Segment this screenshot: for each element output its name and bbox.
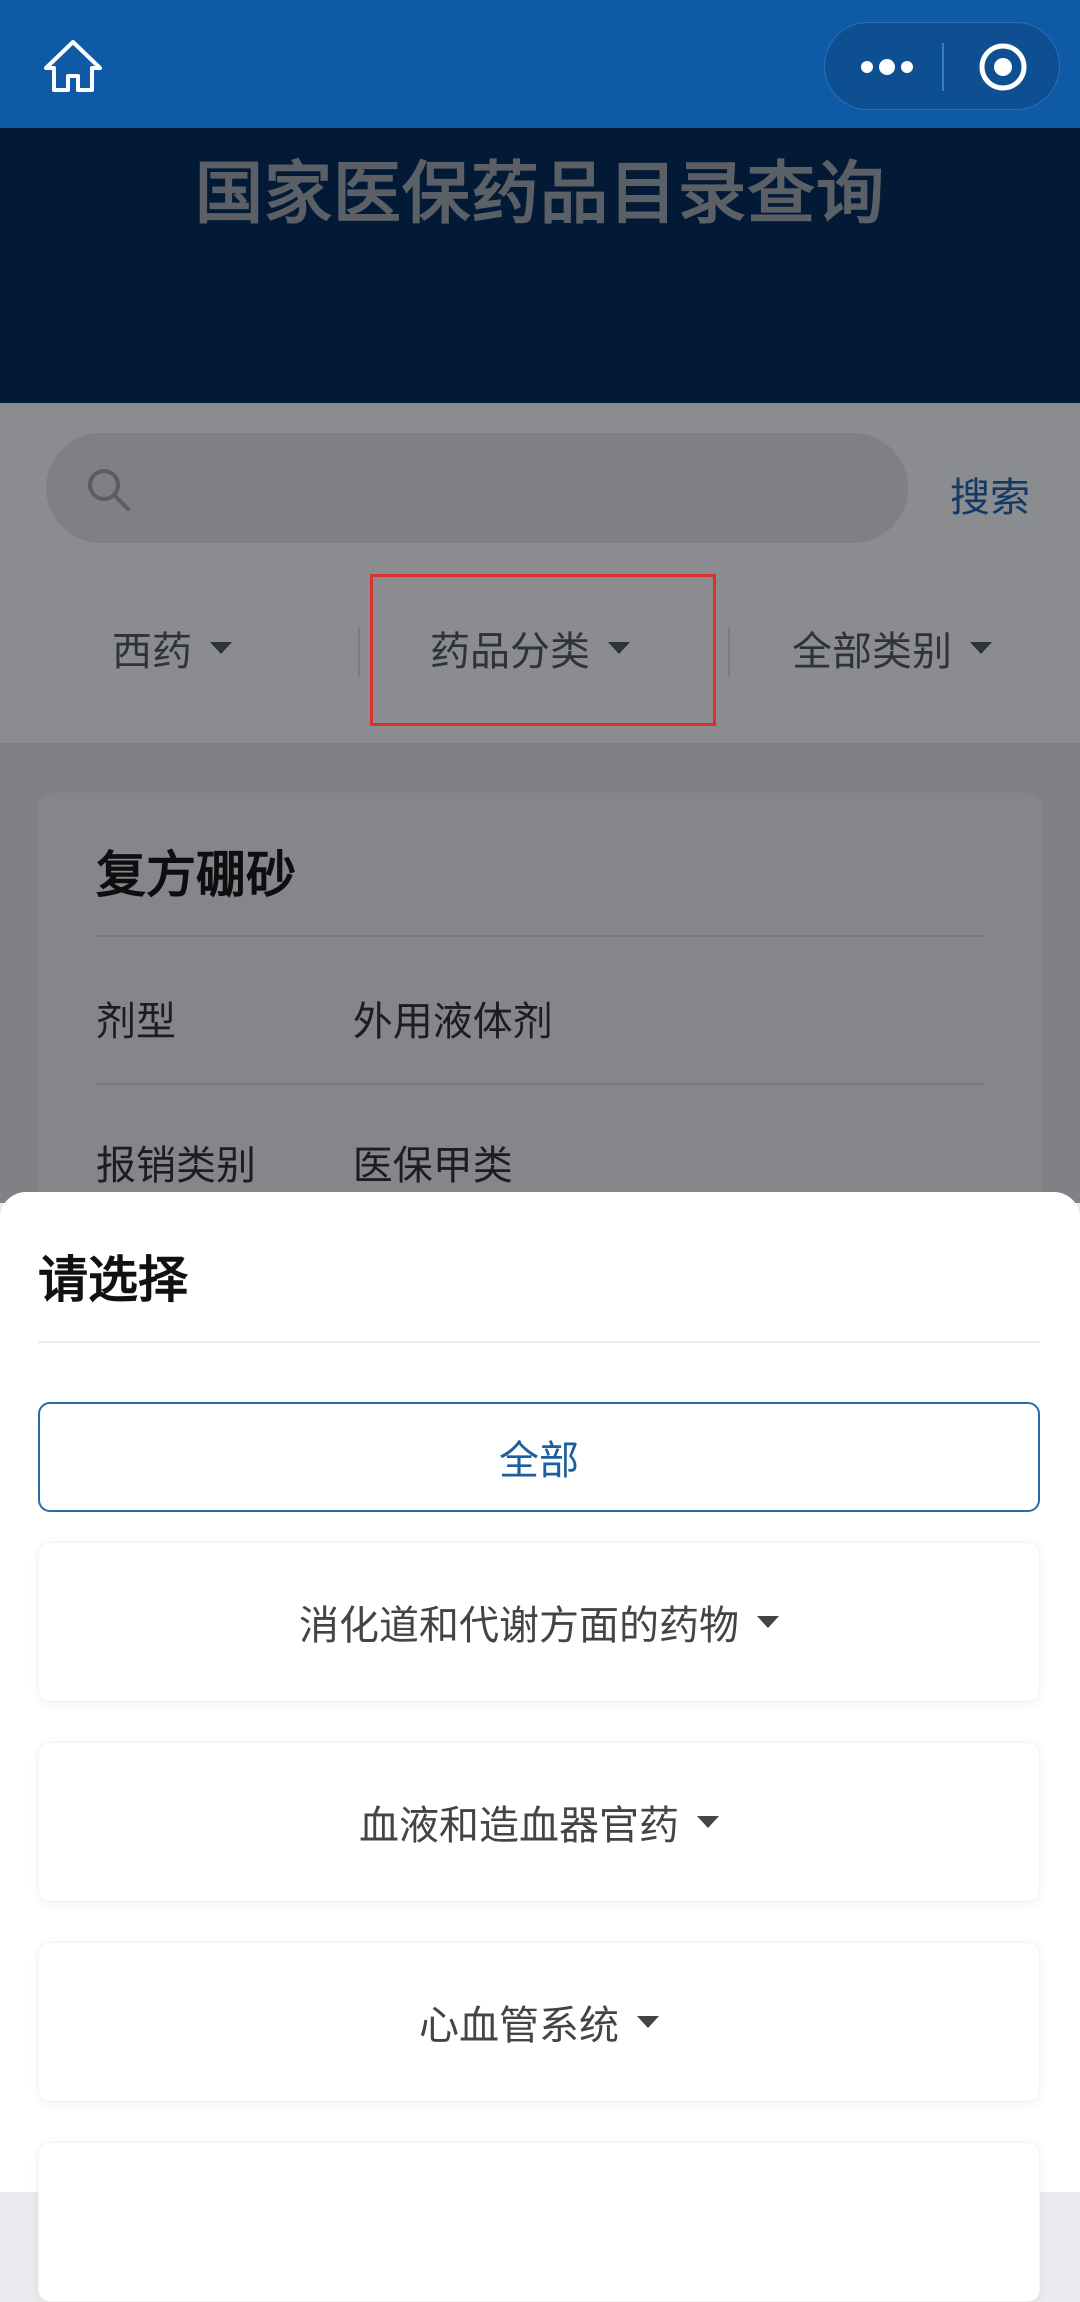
capsule-divider xyxy=(942,43,944,91)
search-icon xyxy=(88,469,130,511)
row-label: 报销类别 xyxy=(96,1143,256,1189)
caret-down-icon xyxy=(970,642,992,654)
filter-divider xyxy=(728,627,730,677)
filter-label: 西药 xyxy=(112,629,192,675)
option-all[interactable]: 全部 xyxy=(38,1402,1040,1512)
search-button[interactable]: 搜索 xyxy=(950,465,1030,523)
filter-divider xyxy=(358,627,360,677)
row-value: 医保甲类 xyxy=(352,1143,513,1189)
option-digestive-metabolism[interactable]: 消化道和代谢方面的药物 xyxy=(38,1542,1040,1702)
caret-down-icon xyxy=(697,1816,719,1828)
sheet-title: 请选择 xyxy=(38,1251,188,1309)
option-label: 全部 xyxy=(499,1438,579,1484)
target-circle-icon[interactable] xyxy=(977,41,1029,93)
search-input[interactable] xyxy=(46,433,908,543)
home-icon[interactable] xyxy=(42,38,104,94)
option-label: 血液和造血器官药 xyxy=(359,1803,679,1849)
filter-label: 全部类别 xyxy=(792,629,952,675)
page-title: 国家医保药品目录查询 xyxy=(194,155,885,234)
option-cardiovascular[interactable]: 心血管系统 xyxy=(38,1942,1040,2102)
filter-all-classes[interactable]: 全部类别 xyxy=(792,573,992,723)
more-dots-icon[interactable] xyxy=(859,56,915,78)
option-label: 心血管系统 xyxy=(419,2003,619,2049)
card-divider xyxy=(96,935,984,937)
filter-medicine-type[interactable]: 西药 xyxy=(112,573,232,723)
highlight-box xyxy=(370,574,716,726)
option-blood-organs[interactable]: 血液和造血器官药 xyxy=(38,1742,1040,1902)
top-nav-bar xyxy=(0,0,1080,128)
caret-down-icon xyxy=(757,1616,779,1628)
option-next[interactable] xyxy=(38,2142,1040,2302)
card-divider xyxy=(96,1083,984,1085)
drug-name: 复方硼砂 xyxy=(96,846,296,904)
banner: 国家医保药品目录查询 xyxy=(0,128,1080,403)
row-value: 外用液体剂 xyxy=(352,999,553,1045)
caret-down-icon xyxy=(637,2016,659,2028)
option-label: 消化道和代谢方面的药物 xyxy=(299,1603,739,1649)
reimbursement-row: 报销类别 医保甲类 xyxy=(96,1133,513,1191)
caret-down-icon xyxy=(210,642,232,654)
drug-card[interactable]: 复方硼砂 剂型 外用液体剂 报销类别 医保甲类 xyxy=(38,793,1042,1233)
row-label: 剂型 xyxy=(96,999,176,1045)
sheet-divider xyxy=(38,1341,1040,1343)
picker-bottom-sheet: 请选择 全部 消化道和代谢方面的药物 血液和造血器官药 心血管系统 xyxy=(0,1192,1080,2302)
mini-program-capsule xyxy=(824,22,1060,110)
dosage-form-row: 剂型 外用液体剂 xyxy=(96,989,553,1047)
